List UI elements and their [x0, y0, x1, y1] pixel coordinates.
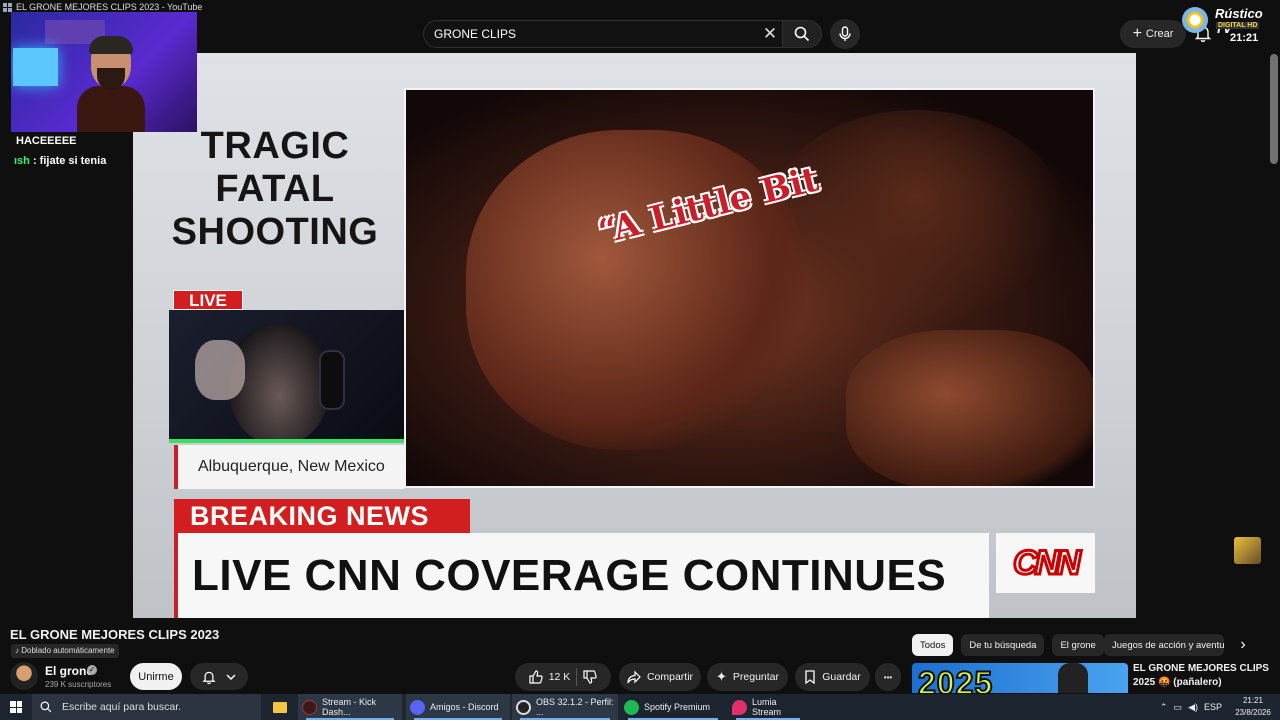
search-button[interactable] [782, 20, 822, 48]
taskbar-app-kick[interactable]: Stream - Kick Dash... [298, 694, 402, 720]
network-logo: CNN [996, 533, 1095, 593]
live-badge: LIVE [173, 290, 243, 310]
inset-webcam [169, 310, 404, 443]
share-button[interactable]: Compartir [619, 663, 701, 691]
chip-from-search[interactable]: De tu búsqueda [961, 634, 1045, 656]
chevron-right-icon[interactable]: › [1234, 636, 1252, 654]
thumbs-down-icon[interactable] [583, 670, 598, 684]
search-icon [40, 701, 52, 713]
lumia-icon [732, 699, 747, 715]
microphone-icon [839, 26, 851, 41]
streamer-webcam [11, 12, 197, 132]
join-button[interactable]: Unirme [130, 663, 182, 690]
bookmark-icon [805, 670, 815, 684]
volume-icon[interactable]: ◀) [1188, 702, 1198, 713]
chat-text: : fijate si tenia [29, 155, 107, 167]
taskbar-search[interactable]: Escribe aquí para buscar. [32, 694, 261, 720]
taskbar-app-spotify[interactable]: Spotify Premium [620, 694, 726, 720]
dubbed-label: Doblado automáticamente [21, 646, 115, 655]
save-button[interactable]: Guardar [795, 663, 870, 691]
start-button[interactable] [0, 694, 32, 720]
chip-overflow: Juegos de acción y aventura [1104, 634, 1224, 656]
create-button-label: Crear [1145, 28, 1174, 40]
argentina-emblem-icon [1182, 7, 1208, 33]
create-button[interactable]: + Crear [1120, 20, 1186, 48]
side-avatar [1234, 537, 1261, 564]
chevron-down-icon [226, 673, 236, 680]
channel-name[interactable]: El grone [45, 664, 93, 678]
recommended-thumbnail[interactable]: 2025 [912, 663, 1128, 693]
chat-message: HACEEEEE [16, 135, 77, 147]
taskbar-app-label: Spotify Premium [644, 702, 711, 712]
kick-app-icon [302, 699, 317, 715]
more-icon: ••• [883, 672, 893, 682]
network-logo-text: CNN [1012, 542, 1083, 583]
clear-search-icon[interactable]: ✕ [760, 24, 780, 44]
taskbar-search-placeholder: Escribe aquí para buscar. [62, 701, 182, 713]
chip-all[interactable]: Todos [912, 634, 954, 656]
taskbar-app-label: Amigos - Discord [430, 702, 499, 712]
obs-icon [516, 699, 531, 715]
taskbar-date: 23/8/2026 [1235, 708, 1271, 717]
page-scrollbar[interactable] [1270, 54, 1278, 164]
system-tray: ⌃ ▭ ◀) ESP [1160, 694, 1222, 720]
subscriber-count: 239 K suscriptores [45, 680, 112, 689]
like-count: 12 K [548, 671, 571, 683]
recommended-title[interactable]: EL GRONE MEJORES CLIPS 2025 🤬 (pañalero) [1133, 662, 1273, 690]
dubbed-badge: ♪ Doblado automáticamente [11, 644, 119, 658]
video-title: EL GRONE MEJORES CLIPS 2023 [10, 627, 220, 642]
taskbar-app-discord[interactable]: Amigos - Discord [406, 694, 510, 720]
broadcast-clock: 21:21 [1230, 32, 1259, 44]
lower-third-text: LIVE CNN COVERAGE CONTINUES [174, 533, 989, 618]
taskbar-clock[interactable]: 21:21 23/8/2026 [1230, 695, 1276, 719]
channel-avatar[interactable] [10, 662, 38, 690]
clip-footage [404, 88, 1095, 488]
spotify-icon [624, 699, 639, 715]
network-icon[interactable]: ▭ [1174, 702, 1183, 713]
bell-icon [202, 671, 216, 684]
windows-logo-icon [3, 2, 12, 12]
thumbs-up-icon [529, 670, 543, 684]
chat-text: HACEEEEE [16, 135, 77, 147]
like-button[interactable]: 12 K [529, 670, 571, 684]
like-dislike-group: 12 K [515, 663, 611, 691]
chip-action-adventure[interactable]: Juegos de acción y aventura [1104, 634, 1224, 656]
chat-user: ısh [14, 155, 30, 167]
search-icon [794, 26, 810, 42]
discord-icon [410, 699, 425, 715]
location-label: Albuquerque, New Mexico [174, 445, 404, 489]
save-label: Guardar [822, 671, 861, 683]
tray-chevron-up-icon[interactable]: ⌃ [1160, 702, 1168, 713]
taskbar-app-label: Lumia Stream [752, 697, 782, 717]
taskbar-time: 21:21 [1242, 696, 1264, 705]
taskbar-app-lumia[interactable]: Lumia Stream [728, 694, 808, 720]
voice-search-button[interactable] [830, 19, 860, 49]
more-actions-button[interactable]: ••• [875, 663, 901, 691]
file-explorer-icon[interactable] [270, 697, 290, 717]
ask-label: Preguntar [732, 671, 780, 683]
chip-el-grone[interactable]: El grone [1052, 634, 1104, 656]
like-divider [576, 668, 578, 686]
verified-icon: ✓ [87, 665, 97, 675]
search-input[interactable]: GRONE CLIPS [423, 20, 787, 48]
share-icon [627, 670, 641, 684]
filter-chips: Todos De tu búsqueda El grone [912, 634, 1104, 656]
taskbar-app-obs[interactable]: OBS 32.1.2 - Perfil: ... [512, 694, 618, 720]
taskbar-app-label: OBS 32.1.2 - Perfil: ... [536, 697, 614, 717]
taskbar-app-label: Stream - Kick Dash... [322, 697, 377, 717]
subscription-notifications-button[interactable] [190, 663, 248, 690]
breaking-news-banner: BREAKING NEWS [174, 499, 470, 533]
windows-start-icon [10, 701, 22, 713]
news-headline: TRAGIC FATAL SHOOTING [171, 125, 379, 253]
broadcast-sub: DIGITAL HD [1216, 22, 1260, 29]
ask-button[interactable]: ✦ Preguntar [707, 663, 788, 691]
share-label: Compartir [646, 671, 694, 683]
plus-icon: + [1132, 25, 1142, 42]
sparkle-icon: ✦ [715, 669, 727, 684]
language-indicator[interactable]: ESP [1204, 702, 1222, 712]
chat-message: ısh : fijate si tenia [14, 155, 106, 167]
window-title: EL GRONE MEJORES CLIPS 2023 - YouTube [16, 2, 203, 12]
thumbnail-text: 2025 [917, 664, 994, 693]
